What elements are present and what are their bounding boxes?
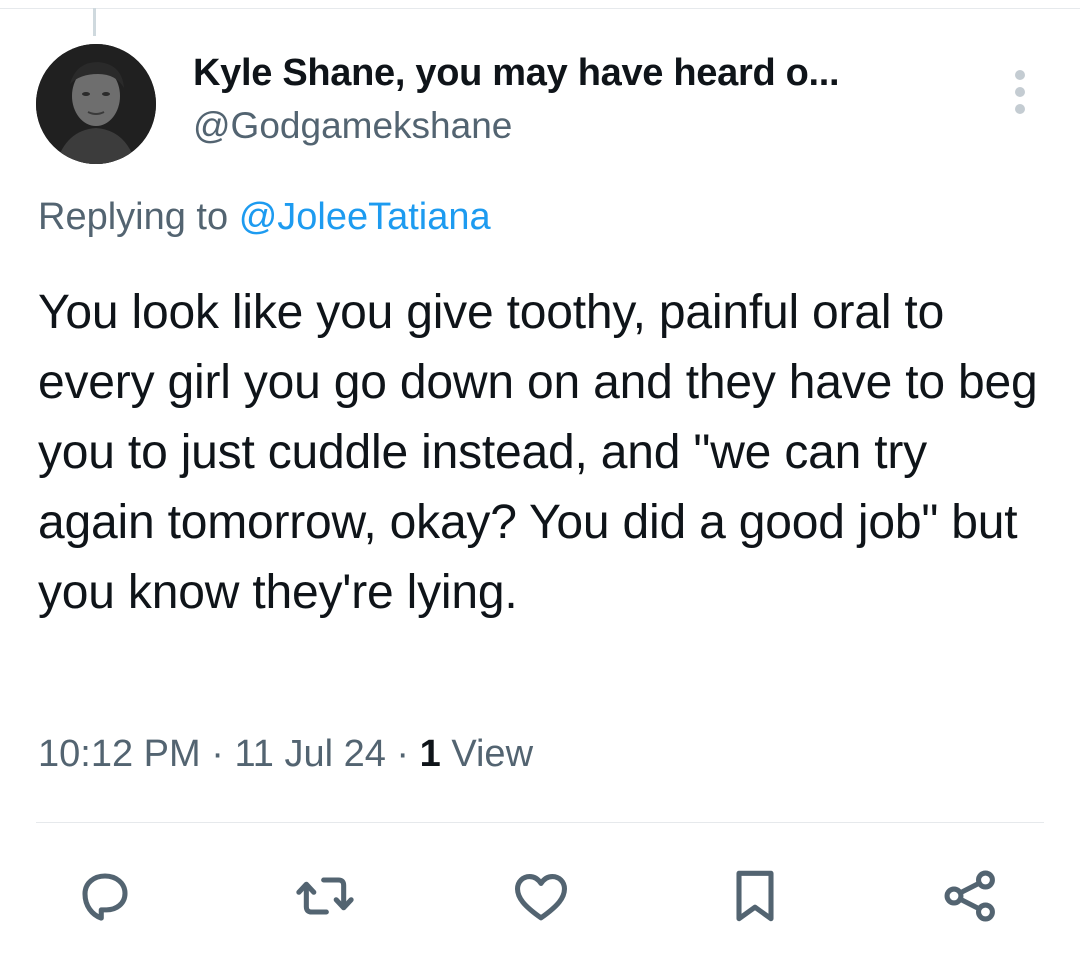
more-dot-icon: [1015, 70, 1025, 80]
like-icon: [515, 874, 567, 921]
thread-connector-line: [93, 8, 96, 36]
reply-icon: [82, 873, 128, 921]
bookmark-icon: [736, 870, 774, 922]
retweet-icon: [296, 877, 354, 915]
meta-separator: ·: [211, 733, 224, 775]
tweet-date[interactable]: 11 Jul 24: [234, 733, 385, 775]
share-icon: [944, 870, 995, 922]
tweet-meta: 10:12 PM · 11 Jul 24 · 1 View: [38, 733, 533, 776]
replying-to-mention-link[interactable]: @JoleeTatiana: [239, 196, 491, 238]
tweet-time[interactable]: 10:12 PM: [38, 733, 201, 775]
retweet-button[interactable]: [293, 864, 357, 928]
avatar-image: [36, 44, 156, 164]
reply-button[interactable]: [73, 864, 137, 928]
views-count: 1: [419, 733, 441, 775]
bookmark-button[interactable]: [723, 864, 787, 928]
more-dot-icon: [1015, 87, 1025, 97]
avatar[interactable]: [36, 44, 156, 164]
like-button[interactable]: [509, 864, 573, 928]
views-label: View: [451, 733, 534, 775]
author-display-name[interactable]: Kyle Shane, you may have heard o...: [193, 52, 840, 95]
replying-to: Replying to @JoleeTatiana: [38, 196, 491, 239]
tweet-text: You look like you give toothy, painful o…: [38, 286, 1038, 619]
top-divider: [0, 8, 1080, 9]
replying-to-prefix: Replying to: [38, 196, 229, 238]
meta-separator: ·: [396, 733, 410, 775]
more-options-button[interactable]: [1000, 66, 1040, 118]
author-handle[interactable]: @Godgamekshane: [193, 105, 512, 147]
share-button[interactable]: [938, 864, 1002, 928]
more-dot-icon: [1015, 104, 1025, 114]
actions-divider: [36, 822, 1044, 823]
